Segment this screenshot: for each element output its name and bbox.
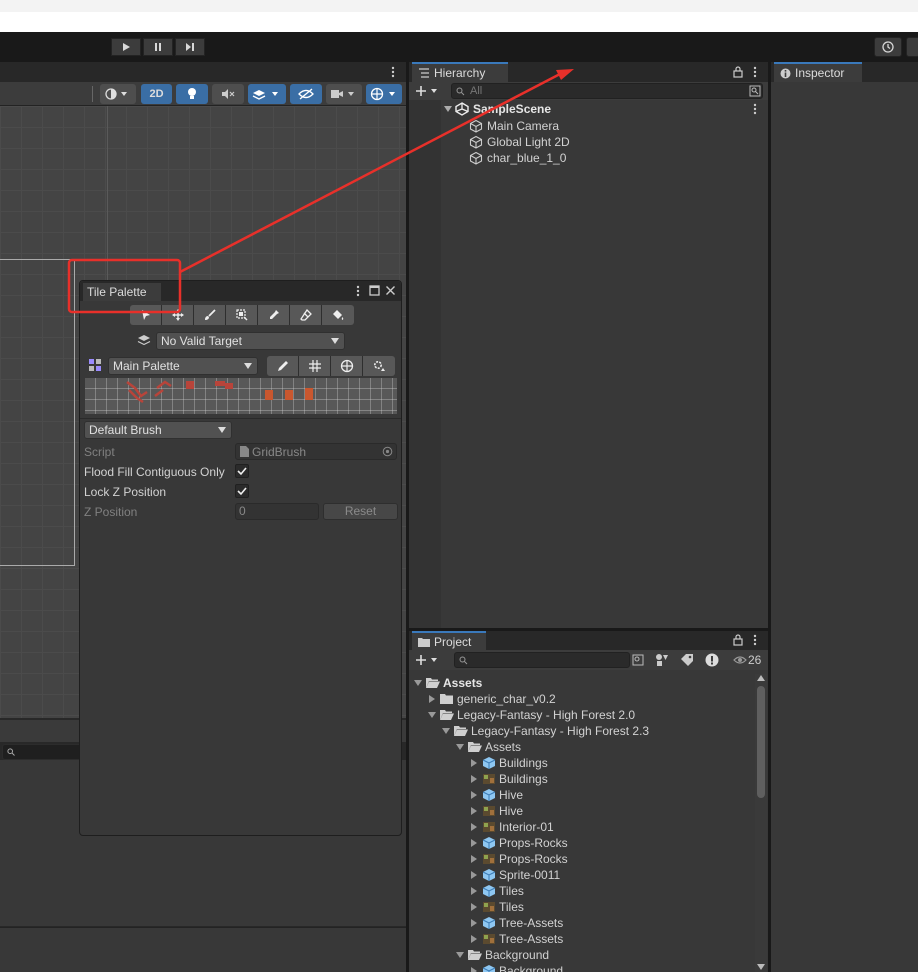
annotation-arrowhead bbox=[556, 69, 574, 80]
annotation-arrow bbox=[179, 72, 561, 274]
annotation-overlay bbox=[67, 69, 574, 314]
annotation-highlight-box bbox=[67, 258, 182, 314]
